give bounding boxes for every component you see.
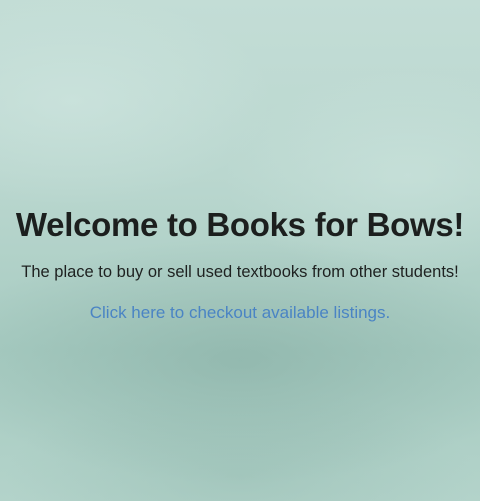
hero-section: Welcome to Books for Bows! The place to …	[0, 205, 480, 324]
listings-link[interactable]: Click here to checkout available listing…	[90, 302, 390, 324]
page-title: Welcome to Books for Bows!	[15, 206, 465, 243]
tagline-text: The place to buy or sell used textbooks …	[21, 263, 459, 281]
